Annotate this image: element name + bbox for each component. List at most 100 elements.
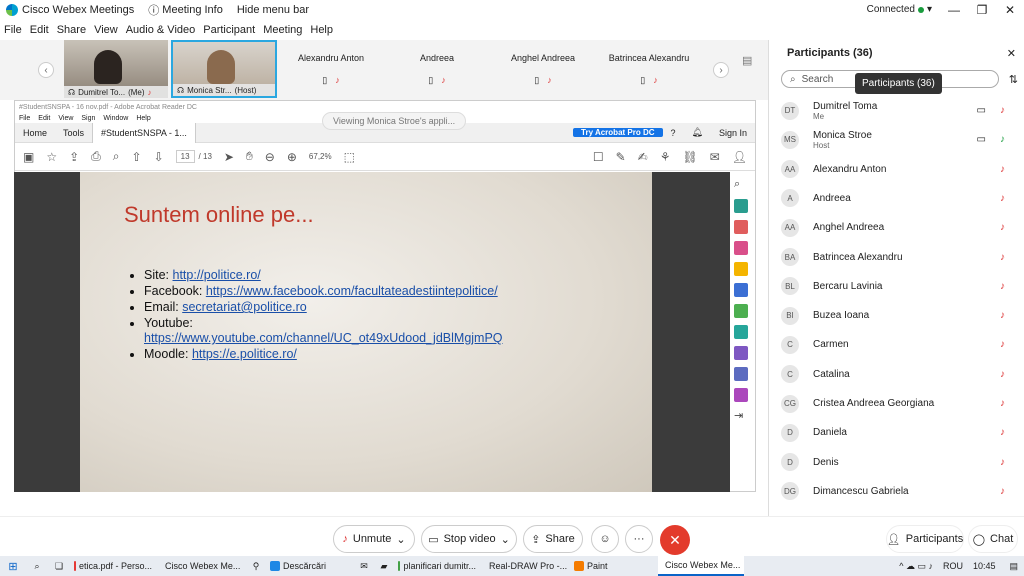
taskbar-app[interactable]: Cisco Webex Me... xyxy=(158,556,244,576)
zoom-level[interactable]: 67,2% xyxy=(309,152,332,161)
participant-row[interactable]: DG Dimancescu Gabriela ♪ xyxy=(769,477,1019,506)
taskbar-app[interactable]: etica.pdf - Perso... xyxy=(70,556,156,576)
protect-icon[interactable] xyxy=(734,367,748,381)
menu-view[interactable]: View xyxy=(94,24,118,36)
search-doc-icon[interactable]: ⌕ xyxy=(734,178,748,192)
acrobat-menu-help[interactable]: Help xyxy=(136,115,150,122)
share-user-icon[interactable]: 👤︎ xyxy=(732,150,747,164)
notification-icon[interactable]: ▤ xyxy=(1009,561,1018,572)
participant-row[interactable]: MS Monica Stroe Host ▭ ♪ xyxy=(769,125,1019,154)
scan-icon[interactable] xyxy=(734,325,748,339)
combine-icon[interactable] xyxy=(734,283,748,297)
mic-icon[interactable]: ♪ xyxy=(1000,134,1005,145)
select-cursor-icon[interactable]: ➤ xyxy=(224,150,234,164)
participant-row[interactable]: CG Cristea Andreea Georgiana ♪ xyxy=(769,389,1019,418)
more-options-button[interactable]: ··· xyxy=(625,525,653,553)
video-tile-host[interactable]: ☊ Monica Str... (Host) xyxy=(171,40,277,98)
menu-meeting[interactable]: Meeting xyxy=(263,24,302,36)
fill-sign-tool-icon[interactable] xyxy=(734,388,748,402)
stop-video-button[interactable]: ▭ Stop video ⌄ xyxy=(421,525,517,553)
chat-button[interactable]: ◯ Chat xyxy=(968,525,1018,553)
edit-pdf-icon[interactable] xyxy=(734,241,748,255)
folder-icon[interactable]: ▰ xyxy=(374,561,394,572)
start-icon[interactable]: ⊞ xyxy=(0,560,26,573)
comment-icon[interactable]: ☐ xyxy=(593,150,604,164)
help-icon[interactable]: ? xyxy=(663,128,684,138)
taskbar-app[interactable]: Real-DRAW Pro -... xyxy=(482,556,568,576)
mic-muted-icon[interactable]: ♪ xyxy=(1000,398,1005,409)
participant-row[interactable]: DT Dumitrel Toma Me ▭ ♪ xyxy=(769,96,1019,125)
mail-icon[interactable]: ✉ xyxy=(710,150,720,164)
tray-icons[interactable]: ^ ☁ ▭ ♪ xyxy=(899,561,933,572)
participants-button[interactable]: 👤︎ Participants xyxy=(886,525,964,553)
video-tile-me[interactable]: ☊ Dumitrel To... (Me) ♪ xyxy=(64,40,168,98)
language-indicator[interactable]: ROU xyxy=(943,561,963,571)
strip-prev-icon[interactable]: ‹ xyxy=(38,62,54,78)
acrobat-menu-file[interactable]: File xyxy=(19,115,30,122)
participant-row[interactable]: BL Bercaru Lavinia ♪ xyxy=(769,272,1019,301)
youtube-link[interactable]: https://www.youtube.com/channel/UC_ot49x… xyxy=(144,331,503,345)
mic-muted-icon[interactable]: ♪ xyxy=(1000,339,1005,350)
search-app-icon[interactable]: ⚲ xyxy=(246,561,266,572)
create-pdf-icon[interactable] xyxy=(734,220,748,234)
save-icon[interactable]: ▣ xyxy=(23,150,34,164)
page-down-icon[interactable]: ⇩ xyxy=(154,150,164,164)
export-pdf-icon[interactable] xyxy=(734,199,748,213)
reactions-button[interactable]: ☺ xyxy=(591,525,619,553)
acrobat-menu-window[interactable]: Window xyxy=(103,115,128,122)
mic-muted-icon[interactable]: ♪ xyxy=(1000,252,1005,263)
menu-share[interactable]: Share xyxy=(57,24,86,36)
try-acrobat-button[interactable]: Try Acrobat Pro DC xyxy=(573,128,663,137)
email-link[interactable]: secretariat@politice.ro xyxy=(182,300,307,314)
mail-icon[interactable]: ✉ xyxy=(354,561,374,572)
facebook-link[interactable]: https://www.facebook.com/facultateadesti… xyxy=(206,284,498,298)
fill-sign-icon[interactable]: ✍︎ xyxy=(638,150,648,164)
mic-muted-icon[interactable]: ♪ xyxy=(1000,457,1005,468)
strip-next-icon[interactable]: › xyxy=(713,62,729,78)
menu-file[interactable]: File xyxy=(4,24,22,36)
hide-menu-bar-button[interactable]: Hide menu bar xyxy=(237,4,309,16)
mic-muted-icon[interactable]: ♪ xyxy=(1000,164,1005,175)
site-link[interactable]: http://politice.ro/ xyxy=(173,268,261,282)
mic-muted-icon[interactable]: ♪ xyxy=(1000,193,1005,204)
menu-participant[interactable]: Participant xyxy=(203,24,255,36)
taskbar-app[interactable]: Paint xyxy=(570,556,656,576)
minimize-icon[interactable]: — xyxy=(940,0,968,20)
taskbar-app[interactable]: Cisco Webex Me... xyxy=(658,556,744,576)
participant-row[interactable]: C Carmen ♪ xyxy=(769,330,1019,359)
print-icon[interactable]: ⎙ xyxy=(91,149,101,164)
sort-icon[interactable]: ⇅ xyxy=(1009,73,1018,86)
menu-help[interactable]: Help xyxy=(310,24,333,36)
participant-row[interactable]: BI Buzea Ioana ♪ xyxy=(769,301,1019,330)
stamp-icon[interactable]: ⚘ xyxy=(660,150,671,164)
mic-muted-icon[interactable]: ♪ xyxy=(1000,369,1005,380)
participant-row[interactable]: AA Alexandru Anton ♪ xyxy=(769,155,1019,184)
share-button[interactable]: ⇪ Share xyxy=(523,525,583,553)
link-icon[interactable]: ⛓︎ xyxy=(682,150,697,164)
strip-participant[interactable]: Alexandru Anton ▯ ♪ xyxy=(279,40,383,98)
zoom-in-icon[interactable]: ⊕ xyxy=(287,150,297,164)
organize-icon[interactable] xyxy=(734,304,748,318)
meeting-info-button[interactable]: ⓘ Meeting Info xyxy=(148,2,223,18)
acrobat-menu-sign[interactable]: Sign xyxy=(81,115,95,122)
zoom-out-icon[interactable]: ⊖ xyxy=(265,150,275,164)
taskbar-app[interactable]: Descărcări xyxy=(266,556,352,576)
hand-icon[interactable]: ✋︎ xyxy=(246,149,253,164)
taskbar-app[interactable]: planificari dumitr... xyxy=(394,556,480,576)
mic-muted-icon[interactable]: ♪ xyxy=(1000,105,1005,116)
layout-icon[interactable]: ▤ xyxy=(742,54,752,67)
participant-row[interactable]: BA Batrincea Alexandru ♪ xyxy=(769,243,1019,272)
search-icon[interactable]: ⌕ xyxy=(26,561,48,572)
leave-meeting-button[interactable]: ✕ xyxy=(660,525,690,555)
participant-row[interactable]: AA Anghel Andreea ♪ xyxy=(769,213,1019,242)
redact-icon[interactable] xyxy=(734,346,748,360)
page-number-input[interactable]: 13 xyxy=(175,150,195,163)
mic-muted-icon[interactable]: ♪ xyxy=(1000,281,1005,292)
bell-icon[interactable]: 🔔︎ xyxy=(684,127,711,138)
sign-in-button[interactable]: Sign In xyxy=(711,128,755,138)
menu-audio-video[interactable]: Audio & Video xyxy=(126,24,196,36)
menu-edit[interactable]: Edit xyxy=(30,24,49,36)
participant-row[interactable]: C Catalina ♪ xyxy=(769,360,1019,389)
close-icon[interactable]: ✕ xyxy=(996,0,1024,20)
more-tools-icon[interactable]: ⇥ xyxy=(734,409,748,423)
